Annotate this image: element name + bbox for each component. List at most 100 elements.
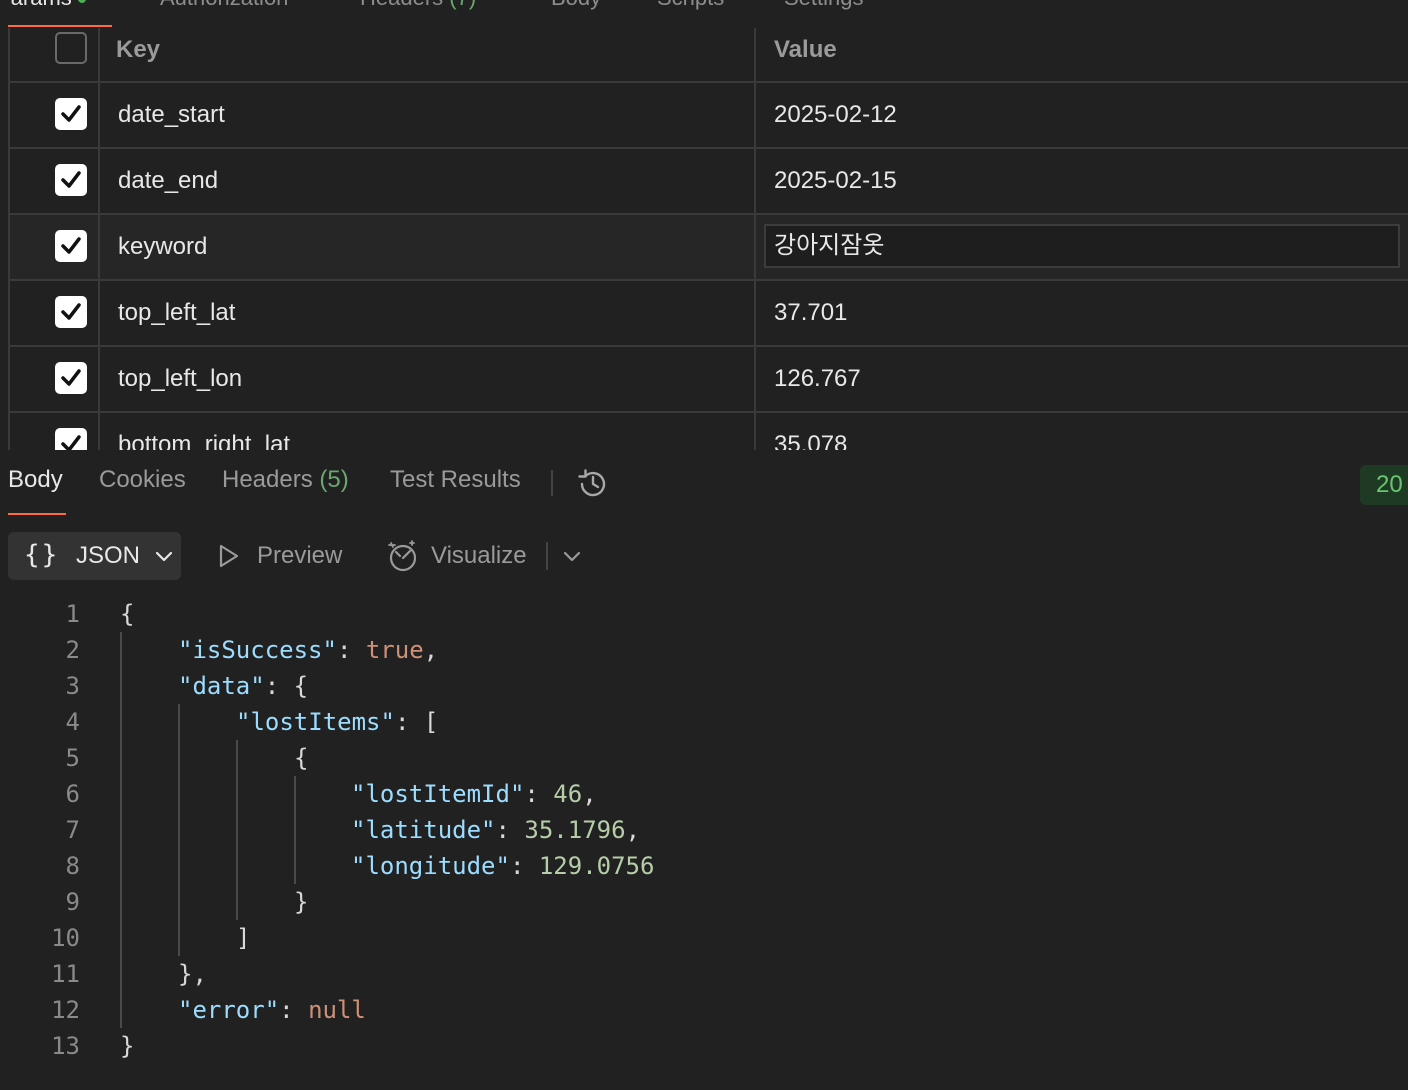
json-boolean: true — [365, 636, 424, 664]
tab-divider — [551, 470, 553, 496]
param-key[interactable]: top_left_lat — [100, 281, 756, 345]
line-text: } — [120, 1032, 135, 1060]
line-text: "longitude": 129.0756 — [351, 852, 655, 880]
tab-body[interactable]: Body — [551, 0, 601, 12]
tab-scripts[interactable]: Scripts — [657, 0, 724, 12]
response-tab-cookies[interactable]: Cookies — [99, 466, 186, 494]
param-row: date_start 2025-02-12 — [10, 83, 1408, 149]
checkmark-icon — [61, 435, 81, 450]
checkmark-icon — [61, 303, 81, 320]
response-body-viewer[interactable]: 1{ 2 "isSuccess": true, 3 "data": { 4 "lost… — [0, 596, 1408, 1090]
json-number: 129.0756 — [538, 852, 655, 880]
param-checkbox[interactable] — [55, 362, 87, 394]
response-tab-body[interactable]: Body — [8, 466, 63, 494]
json-null: null — [308, 996, 366, 1024]
param-check-cell — [10, 215, 100, 279]
json-key: "error" — [178, 996, 280, 1024]
tab-headers[interactable]: Headers (7) — [360, 0, 476, 12]
play-icon — [219, 544, 239, 568]
param-row: date_end 2025-02-15 — [10, 149, 1408, 215]
line-number: 9 — [65, 888, 80, 916]
param-check-cell — [10, 281, 100, 345]
param-value[interactable]: 35.078 — [756, 413, 1408, 450]
param-checkbox[interactable] — [55, 164, 87, 196]
param-value-cell: 강아지잠옷 — [756, 215, 1408, 279]
response-tab-test-results[interactable]: Test Results — [390, 466, 521, 494]
line-text: ] — [236, 924, 251, 952]
status-badge: 20 — [1360, 465, 1408, 505]
param-checkbox[interactable] — [55, 230, 87, 262]
request-tabs: Params Authorization Headers (7) Body Sc… — [0, 0, 1408, 28]
checkmark-icon — [61, 237, 81, 254]
active-tab-underline — [8, 25, 112, 27]
braces-icon: {} — [24, 540, 60, 570]
tab-headers-label: Headers — [360, 0, 443, 10]
param-checkbox[interactable] — [55, 428, 87, 450]
param-check-cell — [10, 149, 100, 213]
param-key[interactable]: bottom_right_lat — [100, 413, 756, 450]
select-all-cell — [10, 28, 100, 81]
code-line: 9} — [0, 884, 1408, 920]
param-check-cell — [10, 413, 100, 450]
param-value[interactable]: 37.701 — [756, 281, 1408, 345]
line-number: 12 — [51, 996, 80, 1024]
line-text: "lostItems": [ — [236, 708, 439, 736]
select-all-checkbox[interactable] — [55, 32, 87, 64]
line-number: 5 — [65, 744, 80, 772]
param-row: top_left_lat 37.701 — [10, 281, 1408, 347]
param-value[interactable]: 126.767 — [756, 347, 1408, 411]
line-number: 2 — [65, 636, 80, 664]
tab-params-label: Params — [0, 0, 72, 10]
code-line: 7 "latitude": 35.1796, — [0, 812, 1408, 848]
param-checkbox[interactable] — [55, 296, 87, 328]
line-number: 10 — [51, 924, 80, 952]
code-line: 1{ — [0, 596, 1408, 632]
line-text: "isSuccess": true, — [178, 636, 439, 664]
visualize-icon — [388, 540, 417, 572]
chevron-down-icon[interactable] — [562, 546, 582, 566]
params-table: Key Value date_start 2025-02-12 date_end… — [8, 28, 1408, 450]
tab-scripts-label: Scripts — [657, 0, 724, 10]
param-check-cell — [10, 83, 100, 147]
code-line: 8 "longitude": 129.0756 — [0, 848, 1408, 884]
line-text: "latitude": 35.1796, — [351, 816, 641, 844]
param-check-cell — [10, 347, 100, 411]
response-tab-headers-count: (5) — [319, 466, 349, 493]
format-dropdown[interactable]: {} JSON — [8, 532, 181, 580]
param-value-input[interactable]: 강아지잠옷 — [764, 224, 1400, 268]
line-text: "lostItemId": 46, — [351, 780, 597, 808]
params-active-dot — [77, 0, 86, 4]
param-value[interactable]: 2025-02-12 — [756, 83, 1408, 147]
line-text: }, — [178, 960, 207, 988]
toolbar-divider — [546, 542, 548, 570]
json-number: 35.1796 — [524, 816, 626, 844]
tab-params[interactable]: Params — [0, 0, 86, 12]
tab-authorization[interactable]: Authorization — [160, 0, 288, 12]
code-line: 11}, — [0, 956, 1408, 992]
json-key: "isSuccess" — [178, 636, 337, 664]
line-text: } — [294, 888, 309, 916]
param-key[interactable]: date_end — [100, 149, 756, 213]
code-line: 13} — [0, 1028, 1408, 1064]
code-line: 6 "lostItemId": 46, — [0, 776, 1408, 812]
line-number: 4 — [65, 708, 80, 736]
api-client-window: Params Authorization Headers (7) Body Sc… — [0, 0, 1408, 1090]
param-value[interactable]: 2025-02-15 — [756, 149, 1408, 213]
json-key: "lostItemId" — [351, 780, 525, 808]
code-line: 12 "error": null — [0, 992, 1408, 1028]
preview-button[interactable]: Preview — [257, 542, 342, 570]
history-icon[interactable] — [576, 467, 610, 506]
code-line: 10] — [0, 920, 1408, 956]
tab-settings[interactable]: Settings — [784, 0, 864, 12]
line-number: 6 — [65, 780, 80, 808]
line-number: 1 — [65, 600, 80, 628]
param-checkbox[interactable] — [55, 98, 87, 130]
visualize-button[interactable]: Visualize — [431, 542, 527, 570]
chevron-down-icon — [155, 551, 173, 562]
param-key[interactable]: top_left_lon — [100, 347, 756, 411]
param-key[interactable]: keyword — [100, 215, 756, 279]
param-key[interactable]: date_start — [100, 83, 756, 147]
tab-settings-label: Settings — [784, 0, 864, 10]
response-tab-headers[interactable]: Headers (5) — [222, 466, 349, 494]
line-text: "error": null — [178, 996, 366, 1024]
